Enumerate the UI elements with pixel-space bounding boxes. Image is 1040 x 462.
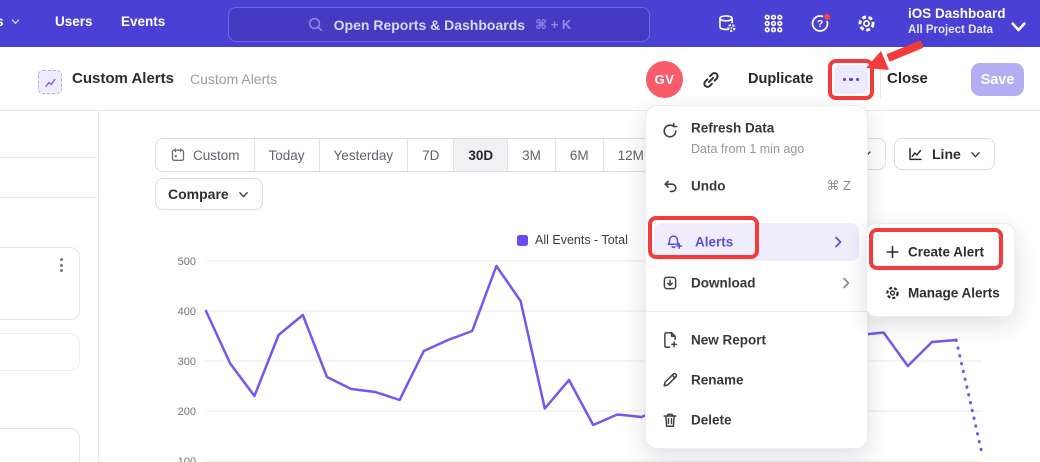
alerts-submenu: Create Alert Manage Alerts (866, 223, 1015, 317)
legend-swatch (517, 235, 528, 246)
bell-plus-icon (665, 233, 683, 251)
kebab-menu-icon[interactable] (60, 258, 63, 272)
trash-icon (661, 411, 679, 429)
sidebar-card[interactable] (0, 333, 80, 371)
sidebar-card[interactable] (0, 247, 80, 320)
context-menu: Refresh Data Data from 1 min ago Undo ⌘ … (645, 105, 868, 449)
menu-item-refresh-data[interactable]: Refresh Data Data from 1 min ago (646, 113, 867, 161)
menu-item-label: Alerts (695, 235, 733, 250)
date-range-label: Custom (193, 148, 240, 163)
refresh-icon (661, 122, 679, 140)
settings-gear-icon[interactable] (856, 13, 877, 34)
menu-item-new-report[interactable]: New Report (646, 321, 867, 359)
search-shortcut: ⌘ + K (535, 17, 571, 33)
nav-item-users[interactable]: Users (55, 14, 93, 29)
chevron-down-icon (237, 188, 250, 201)
submenu-item-create-alert[interactable]: Create Alert (867, 234, 1014, 270)
date-range-7d[interactable]: 7D (407, 139, 453, 171)
menu-item-label: Rename (691, 373, 744, 388)
svg-text:100: 100 (178, 456, 196, 462)
chevron-down-icon (969, 148, 982, 161)
chevron-right-icon (829, 233, 847, 251)
nav-item-boards-partial[interactable]: s (0, 14, 21, 29)
help-icon[interactable]: ? (810, 13, 831, 34)
svg-text:400: 400 (178, 306, 196, 318)
date-range-6m[interactable]: 6M (555, 139, 603, 171)
chart-legend[interactable]: All Events - Total (517, 233, 628, 247)
menu-item-undo[interactable]: Undo ⌘ Z (646, 168, 867, 204)
chart-type-button[interactable]: Line (894, 138, 995, 170)
chevron-down-icon (10, 16, 21, 27)
header-divider (880, 62, 881, 98)
nav-item-events[interactable]: Events (121, 14, 165, 29)
new-report-icon (661, 331, 679, 349)
svg-text:200: 200 (178, 406, 196, 418)
line-chart-icon (907, 146, 924, 163)
menu-item-sublabel: Data from 1 min ago (691, 142, 804, 156)
date-range-custom[interactable]: Custom (156, 139, 254, 171)
save-button[interactable]: Save (971, 63, 1024, 96)
insights-chart-icon (43, 75, 58, 90)
pencil-icon (661, 371, 679, 389)
data-management-icon[interactable] (716, 13, 737, 34)
menu-divider (646, 311, 867, 312)
sidebar-row[interactable] (0, 110, 98, 158)
menu-item-label: Refresh Data (691, 121, 774, 136)
duplicate-button[interactable]: Duplicate (748, 71, 813, 87)
menu-item-label: Download (691, 276, 756, 291)
legend-label: All Events - Total (535, 233, 628, 247)
search-icon (307, 16, 324, 33)
sidebar-row[interactable] (0, 157, 98, 198)
menu-item-download[interactable]: Download (646, 265, 867, 301)
nav-partial-label: s (0, 14, 4, 29)
apps-grid-icon[interactable] (763, 13, 784, 34)
date-range-yesterday[interactable]: Yesterday (319, 139, 408, 171)
global-search-input[interactable]: Open Reports & Dashboards ⌘ + K (228, 7, 650, 42)
download-icon (661, 274, 679, 292)
compare-button[interactable]: Compare (155, 178, 263, 210)
copy-link-icon[interactable] (700, 69, 722, 91)
svg-text:300: 300 (178, 356, 196, 368)
plus-icon (884, 244, 901, 261)
search-placeholder: Open Reports & Dashboards (334, 17, 525, 33)
date-range-3m[interactable]: 3M (507, 139, 555, 171)
breadcrumb: Custom Alerts (190, 71, 277, 87)
menu-item-label: Undo (691, 179, 726, 194)
close-button[interactable]: Close (887, 70, 928, 87)
sidebar-card[interactable] (0, 428, 80, 462)
date-range-30d[interactable]: 30D (453, 139, 507, 171)
sidebar-divider (98, 110, 99, 462)
avatar[interactable]: GV (646, 61, 683, 98)
app-window: 500 400 300 200 100 All Events - Total Custo… (0, 0, 1040, 462)
date-range-picker: Custom Today Yesterday 7D 30D 3M 6M 12M (155, 138, 659, 172)
page-title: Custom Alerts (72, 70, 174, 87)
svg-text:?: ? (817, 18, 823, 30)
report-type-icon (38, 70, 62, 94)
menu-item-alerts[interactable]: Alerts (654, 223, 859, 261)
project-name: iOS Dashboard (908, 5, 1006, 23)
chevron-right-icon (837, 274, 855, 292)
svg-text:500: 500 (178, 256, 196, 268)
submenu-item-label: Create Alert (908, 245, 984, 260)
more-options-button[interactable] (834, 65, 868, 94)
date-range-today[interactable]: Today (254, 139, 319, 171)
report-header: Custom Alerts Custom Alerts (0, 47, 1040, 111)
menu-item-label: New Report (691, 333, 766, 348)
gear-icon (884, 285, 901, 302)
undo-icon (661, 177, 679, 195)
menu-item-delete[interactable]: Delete (646, 401, 867, 439)
menu-item-rename[interactable]: Rename (646, 361, 867, 399)
top-nav: s Users Events Open Reports & Dashboards… (0, 0, 1040, 47)
menu-shortcut: ⌘ Z (826, 178, 851, 194)
chevron-down-icon[interactable] (1008, 16, 1029, 37)
submenu-item-label: Manage Alerts (908, 286, 1000, 301)
project-scope: All Project Data (908, 23, 1006, 37)
calendar-icon (170, 147, 186, 163)
submenu-item-manage-alerts[interactable]: Manage Alerts (867, 276, 1014, 310)
chart-type-label: Line (932, 146, 961, 162)
compare-label: Compare (168, 186, 229, 202)
project-switcher[interactable]: iOS Dashboard All Project Data (908, 5, 1006, 37)
menu-item-label: Delete (691, 413, 732, 428)
